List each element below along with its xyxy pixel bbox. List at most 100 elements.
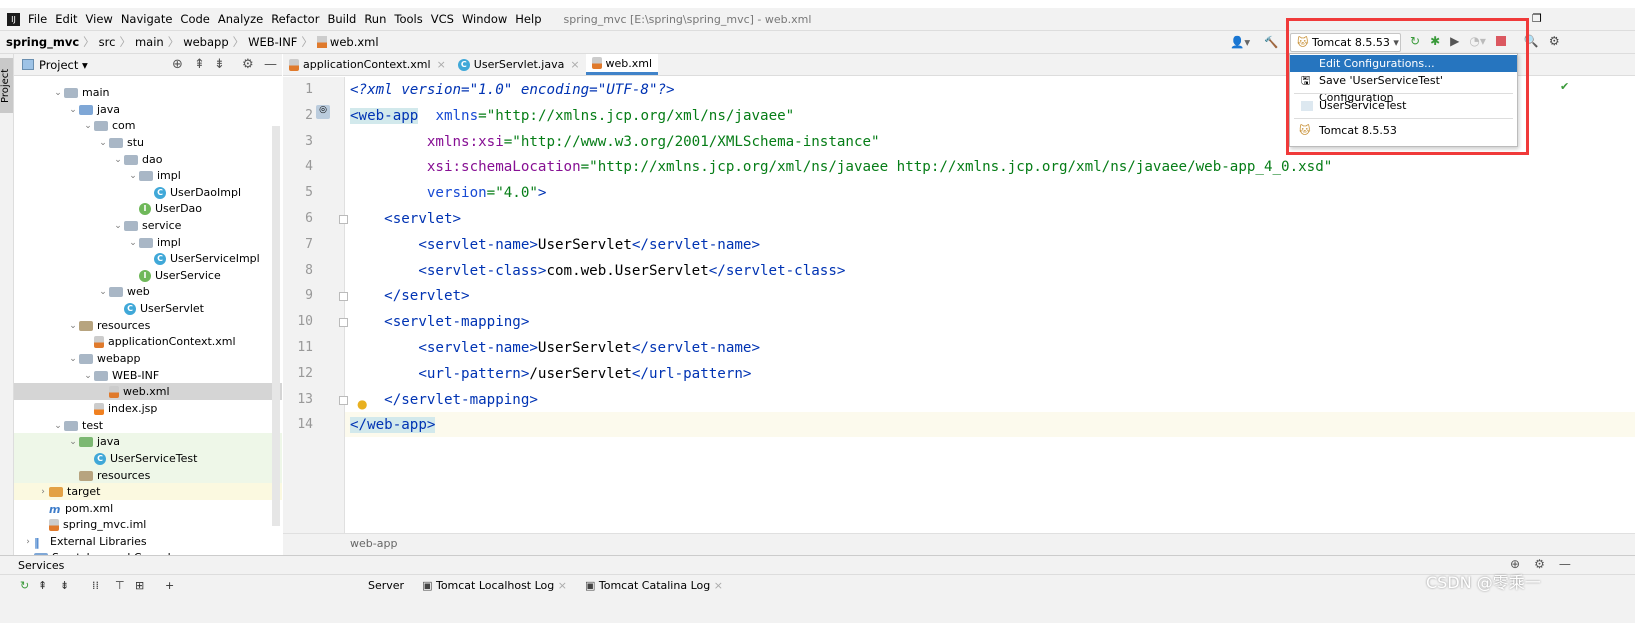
tree-item-external-libraries[interactable]: › ‖ External Libraries [14, 533, 282, 550]
menu-analyze[interactable]: Analyze [218, 12, 263, 26]
menu-code[interactable]: Code [180, 12, 209, 26]
tree-item-com[interactable]: ⌄ com [14, 117, 282, 134]
lightbulb-icon[interactable]: ● [357, 397, 367, 411]
fold-marker-icon[interactable] [339, 292, 348, 302]
chevron-down-icon[interactable]: ⌄ [112, 155, 124, 165]
tree-item-web-inf[interactable]: ⌄ WEB-INF [14, 367, 282, 384]
editor-breadcrumb[interactable]: web-app [283, 533, 1635, 555]
tree-item-test[interactable]: ⌄ test [14, 417, 282, 434]
filter-icon[interactable]: ⊤ [115, 579, 125, 592]
tree-item-pom-xml[interactable]: m pom.xml [14, 500, 282, 517]
menu-run[interactable]: Run [364, 12, 386, 26]
add-icon[interactable]: + [165, 579, 174, 592]
tree-item-resources[interactable]: ⌄ resources [14, 317, 282, 334]
tree-item-impl[interactable]: ⌄ impl [14, 234, 282, 251]
tree-item-java[interactable]: ⌄ java [14, 433, 282, 450]
chevron-down-icon[interactable]: ⌄ [67, 321, 79, 331]
build-hammer-icon[interactable]: 🔨 [1264, 35, 1278, 49]
menu-window[interactable]: Window [462, 12, 507, 26]
tree-item-userservicetest[interactable]: C UserServiceTest [14, 450, 282, 467]
menu-file[interactable]: File [28, 12, 47, 26]
breadcrumb-main[interactable]: main [135, 35, 164, 49]
chevron-down-icon[interactable]: ⌄ [67, 105, 79, 115]
tree-item-main[interactable]: ⌄ main [14, 84, 282, 101]
tree-item-stu[interactable]: ⌄ stu [14, 134, 282, 151]
menu-build[interactable]: Build [327, 12, 356, 26]
chevron-down-icon[interactable]: ⌄ [97, 138, 109, 148]
menu-refactor[interactable]: Refactor [271, 12, 319, 26]
breadcrumb-web-inf[interactable]: WEB-INF [248, 35, 297, 49]
tree-item-spring-mvc-iml[interactable]: spring_mvc.iml [14, 516, 282, 533]
chevron-down-icon[interactable]: ⌄ [127, 238, 139, 248]
fold-marker-icon[interactable] [339, 215, 348, 224]
tree-item-resources[interactable]: resources [14, 467, 282, 484]
tree-item-webapp[interactable]: ⌄ webapp [14, 350, 282, 367]
gear-icon[interactable]: ⚙ [242, 57, 254, 72]
collapse-all-icon[interactable]: ⇟ [214, 57, 225, 72]
menu-help[interactable]: Help [515, 12, 541, 26]
tree-item-service[interactable]: ⌄ service [14, 217, 282, 234]
chevron-down-icon[interactable]: ⌄ [82, 121, 94, 131]
chevron-down-icon[interactable]: ⌄ [112, 221, 124, 231]
tree-item-java[interactable]: ⌄ java [14, 101, 282, 118]
chevron-down-icon[interactable]: ⌄ [52, 88, 64, 98]
close-tab-icon[interactable]: × [570, 58, 579, 71]
chevron-down-icon[interactable]: ⌄ [67, 437, 79, 447]
chevron-right-icon[interactable]: › [22, 537, 34, 547]
menu-tools[interactable]: Tools [394, 12, 422, 26]
menu-vcs[interactable]: VCS [431, 12, 454, 26]
chevron-down-icon[interactable]: ⌄ [127, 171, 139, 181]
chevron-down-icon[interactable]: ⌄ [52, 421, 64, 431]
menu-view[interactable]: View [86, 12, 113, 26]
menu-edit[interactable]: Edit [55, 12, 77, 26]
new-tab-icon[interactable]: ⊞ [135, 579, 144, 592]
services-hide-icon[interactable]: — [1559, 557, 1571, 571]
refresh-icon[interactable]: ↻ [20, 579, 29, 592]
project-tool-button[interactable]: Project [0, 58, 13, 113]
group-icon[interactable]: ⁞⁞ [92, 579, 99, 592]
tab-userservlet-java[interactable]: C UserServlet.java × [452, 54, 586, 75]
locate-icon[interactable]: ⊕ [172, 57, 183, 72]
tree-item-target[interactable]: › target [14, 483, 282, 500]
expand-all-icon[interactable]: ⇞ [38, 579, 47, 592]
breadcrumb-src[interactable]: src [99, 35, 116, 49]
tree-item-web-xml[interactable]: web.xml [14, 383, 282, 400]
vcs-user-icon[interactable]: 👤▾ [1230, 35, 1250, 49]
project-view-selector[interactable]: Project ▾ [39, 58, 88, 72]
hide-icon[interactable]: — [264, 57, 277, 72]
tree-item-userdaoimpl[interactable]: C UserDaoImpl [14, 184, 282, 201]
project-scrollbar[interactable] [272, 126, 280, 526]
tree-item-userservice[interactable]: I UserService [14, 267, 282, 284]
chevron-down-icon[interactable]: ⌄ [82, 371, 94, 381]
tree-item-userdao[interactable]: I UserDao [14, 200, 282, 217]
chevron-down-icon[interactable]: ⌄ [67, 354, 79, 364]
close-tab-icon[interactable]: × [437, 58, 446, 71]
breadcrumb-webapp[interactable]: webapp [183, 35, 228, 49]
tree-item-web[interactable]: ⌄ web [14, 283, 282, 300]
tree-item-userservlet[interactable]: C UserServlet [14, 300, 282, 317]
close-tab-icon[interactable]: × [710, 579, 723, 592]
fold-marker-icon[interactable] [339, 318, 348, 328]
services-tab-tomcat-localhost-log[interactable]: ▣ Tomcat Localhost Log × [422, 579, 567, 592]
close-tab-icon[interactable]: × [554, 579, 567, 592]
tree-item-applicationcontext-xml[interactable]: applicationContext.xml [14, 333, 282, 350]
services-tab-tomcat-catalina-log[interactable]: ▣ Tomcat Catalina Log × [585, 579, 723, 592]
menu-navigate[interactable]: Navigate [121, 12, 173, 26]
tree-item-index-jsp[interactable]: index.jsp [14, 400, 282, 417]
services-tab-server[interactable]: Server [368, 579, 404, 592]
restore-window-icon[interactable]: ❐ [1532, 12, 1542, 25]
tree-item-impl[interactable]: ⌄ impl [14, 167, 282, 184]
chevron-down-icon[interactable]: ⌄ [97, 287, 109, 297]
tree-item-userserviceimpl[interactable]: C UserServiceImpl [14, 250, 282, 267]
expand-all-icon[interactable]: ⇞ [194, 57, 205, 72]
collapse-all-icon[interactable]: ⇟ [60, 579, 69, 592]
fold-marker-icon[interactable] [339, 395, 348, 405]
breadcrumb-spring-mvc[interactable]: spring_mvc [6, 35, 79, 49]
web-gutter-icon[interactable]: ◎ [316, 105, 330, 119]
tab-applicationcontext-xml[interactable]: applicationContext.xml × [283, 54, 452, 75]
tab-web-xml[interactable]: web.xml [585, 54, 659, 75]
breadcrumb-web-xml[interactable]: web.xml [316, 35, 379, 49]
chevron-right-icon[interactable]: › [37, 487, 49, 497]
tree-item-dao[interactable]: ⌄ dao [14, 151, 282, 168]
settings-icon[interactable]: ⚙ [1549, 34, 1560, 48]
